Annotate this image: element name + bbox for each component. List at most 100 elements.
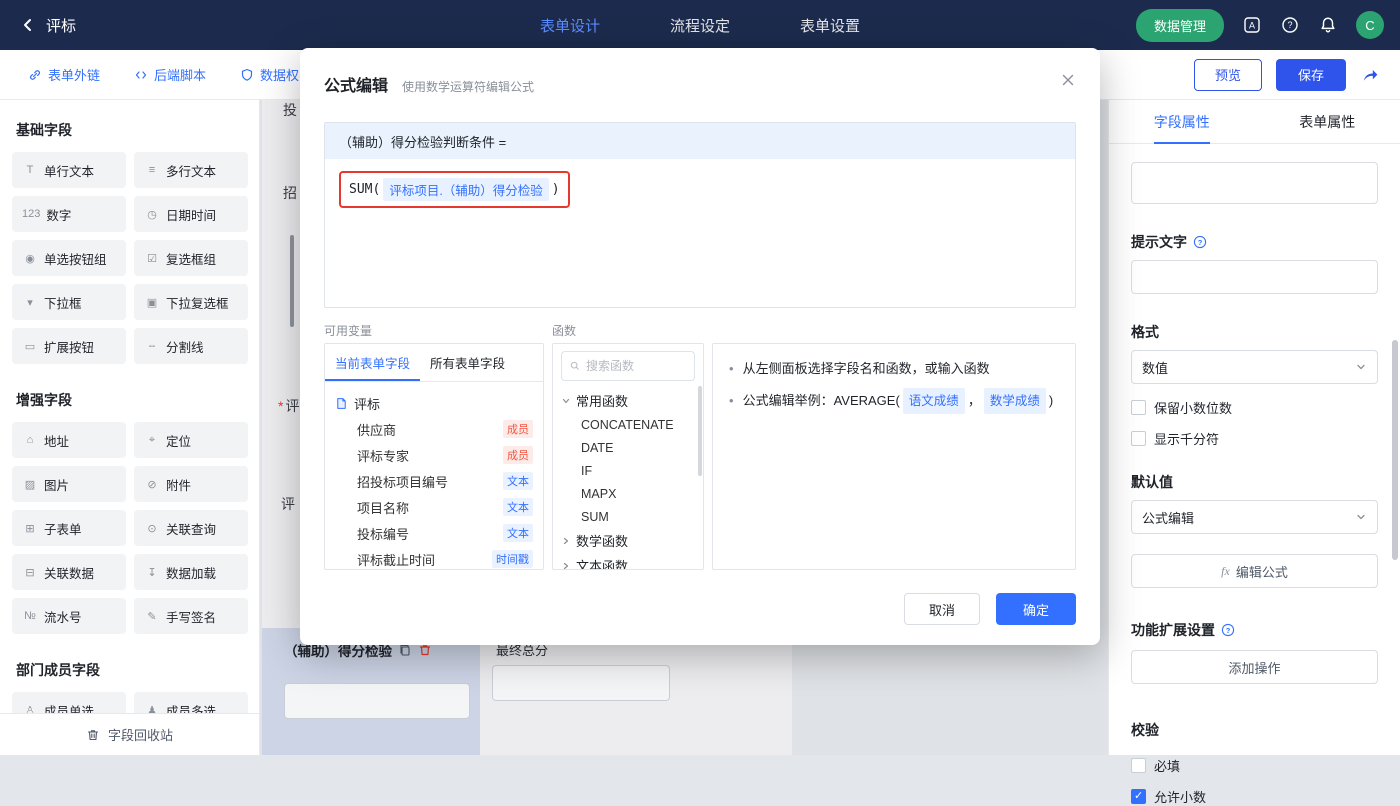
field-item-data-load[interactable]: ↧数据加载 bbox=[134, 554, 248, 590]
required-checkbox[interactable] bbox=[1131, 758, 1146, 773]
function-item[interactable]: SUM bbox=[561, 505, 695, 528]
allow-decimal-checkbox-row[interactable]: 允许小数 bbox=[1131, 787, 1378, 806]
variable-item[interactable]: 评标专家成员 bbox=[335, 442, 533, 468]
function-search-input[interactable] bbox=[586, 359, 686, 373]
properties-scrollbar[interactable] bbox=[1392, 340, 1398, 560]
field-item-checkbox-group[interactable]: ☑复选框组 bbox=[134, 240, 248, 276]
add-action-button[interactable]: 添加操作 bbox=[1131, 650, 1378, 684]
text-icon: T bbox=[22, 164, 38, 176]
field-item-number[interactable]: 123数字 bbox=[12, 196, 126, 232]
form-external-link[interactable]: 表单外链 bbox=[28, 65, 100, 84]
field-item-image[interactable]: ▨图片 bbox=[12, 466, 126, 502]
field-item-subform[interactable]: ⊞子表单 bbox=[12, 510, 126, 546]
example-field-token: 语文成绩 bbox=[903, 388, 965, 414]
translate-icon[interactable]: A bbox=[1242, 15, 1262, 35]
variable-item[interactable]: 评标截止时间时间戳 bbox=[335, 546, 533, 570]
function-item[interactable]: DATE bbox=[561, 436, 695, 459]
tab-current-form-fields[interactable]: 当前表单字段 bbox=[325, 344, 420, 381]
thousand-separator-checkbox[interactable] bbox=[1131, 431, 1146, 446]
field-item-serial-number[interactable]: №流水号 bbox=[12, 598, 126, 634]
field-item-attachment[interactable]: ⊘附件 bbox=[134, 466, 248, 502]
field-title-input[interactable] bbox=[1131, 162, 1378, 204]
share-icon[interactable] bbox=[1360, 65, 1380, 85]
thousand-separator-checkbox-row[interactable]: 显示千分符 bbox=[1131, 429, 1378, 448]
function-search[interactable] bbox=[561, 351, 695, 381]
field-item-radio-group[interactable]: ◉单选按钮组 bbox=[12, 240, 126, 276]
backend-script-link[interactable]: 后端脚本 bbox=[134, 65, 206, 84]
help-icon[interactable]: ? bbox=[1280, 15, 1300, 35]
data-manage-button[interactable]: 数据管理 bbox=[1136, 9, 1224, 42]
field-type-badge: 成员 bbox=[503, 446, 533, 464]
field-item-related-query[interactable]: ⊙关联查询 bbox=[134, 510, 248, 546]
keep-decimal-checkbox-row[interactable]: 保留小数位数 bbox=[1131, 398, 1378, 417]
divider-icon: ╌ bbox=[144, 340, 160, 353]
svg-text:?: ? bbox=[1198, 238, 1203, 247]
allow-decimal-checkbox[interactable] bbox=[1131, 789, 1146, 804]
confirm-button[interactable]: 确定 bbox=[996, 593, 1076, 625]
function-group-common[interactable]: 常用函数 bbox=[561, 388, 695, 413]
variable-item[interactable]: 供应商成员 bbox=[335, 416, 533, 442]
copy-icon[interactable] bbox=[398, 643, 412, 657]
save-button[interactable]: 保存 bbox=[1276, 59, 1346, 91]
hint-help-icon[interactable]: ? bbox=[1193, 235, 1207, 249]
attachment-icon: ⊘ bbox=[144, 478, 160, 491]
function-item[interactable]: IF bbox=[561, 459, 695, 482]
variable-item[interactable]: 项目名称文本 bbox=[335, 494, 533, 520]
variable-item[interactable]: 投标编号文本 bbox=[335, 520, 533, 546]
field-item-location[interactable]: ⌖定位 bbox=[134, 422, 248, 458]
variable-item[interactable]: 招投标项目编号文本 bbox=[335, 468, 533, 494]
tab-form-properties[interactable]: 表单属性 bbox=[1255, 100, 1400, 143]
back-icon[interactable] bbox=[18, 15, 38, 35]
chevron-right-icon bbox=[561, 561, 571, 571]
function-item[interactable]: MAPX bbox=[561, 482, 695, 505]
field-item-extend-button[interactable]: ▭扩展按钮 bbox=[12, 328, 126, 364]
multi-dropdown-icon: ▣ bbox=[144, 296, 160, 309]
field-item-multi-dropdown[interactable]: ▣下拉复选框 bbox=[134, 284, 248, 320]
field-item-multi-line-text[interactable]: ≡多行文本 bbox=[134, 152, 248, 188]
field-item-divider[interactable]: ╌分割线 bbox=[134, 328, 248, 364]
preview-button[interactable]: 预览 bbox=[1194, 59, 1262, 91]
formula-editor[interactable]: （辅助）得分检验判断条件 = SUM( 评标项目.（辅助）得分检验 ) bbox=[324, 122, 1076, 308]
notification-bell-icon[interactable] bbox=[1318, 15, 1338, 35]
cancel-button[interactable]: 取消 bbox=[904, 593, 980, 625]
function-group-math[interactable]: 数学函数 bbox=[561, 528, 695, 553]
field-item-related-data[interactable]: ⊟关联数据 bbox=[12, 554, 126, 590]
format-select[interactable]: 数值 bbox=[1131, 350, 1378, 384]
shield-icon bbox=[240, 68, 254, 82]
selected-field-block[interactable]: （辅助）得分检验 bbox=[262, 628, 480, 755]
functions-scrollbar[interactable] bbox=[698, 386, 702, 476]
function-item[interactable]: CONCATENATE bbox=[561, 413, 695, 436]
trash-icon bbox=[86, 728, 100, 742]
selected-field-input[interactable] bbox=[284, 683, 470, 719]
field-recycle-bin[interactable]: 字段回收站 bbox=[0, 713, 259, 755]
delete-icon[interactable] bbox=[418, 643, 432, 657]
variables-column: 可用变量 当前表单字段 所有表单字段 评标 供应商成员 评标专家成员 招投标项目… bbox=[324, 322, 544, 570]
canvas-scrollbar[interactable] bbox=[290, 235, 294, 327]
hint-text-input[interactable] bbox=[1131, 260, 1378, 294]
tab-all-form-fields[interactable]: 所有表单字段 bbox=[420, 344, 515, 381]
formula-expression-highlight[interactable]: SUM( 评标项目.（辅助）得分检验 ) bbox=[339, 171, 570, 208]
formula-field-token[interactable]: 评标项目.（辅助）得分检验 bbox=[383, 178, 548, 201]
tab-form-setting[interactable]: 表单设置 bbox=[800, 15, 860, 36]
required-checkbox-row[interactable]: 必填 bbox=[1131, 756, 1378, 775]
extension-help-icon[interactable]: ? bbox=[1221, 623, 1235, 637]
function-group-text[interactable]: 文本函数 bbox=[561, 553, 695, 570]
tab-field-properties[interactable]: 字段属性 bbox=[1109, 100, 1255, 143]
default-value-select[interactable]: 公式编辑 bbox=[1131, 500, 1378, 534]
field-item-signature[interactable]: ✎手写签名 bbox=[134, 598, 248, 634]
field-type-badge: 成员 bbox=[503, 420, 533, 438]
edit-formula-button[interactable]: fx 编辑公式 bbox=[1131, 554, 1378, 588]
tab-flow-setting[interactable]: 流程设定 bbox=[670, 15, 730, 36]
field-item-address[interactable]: ⌂地址 bbox=[12, 422, 126, 458]
final-score-input[interactable] bbox=[492, 665, 670, 701]
keep-decimal-checkbox[interactable] bbox=[1131, 400, 1146, 415]
field-item-single-line-text[interactable]: T单行文本 bbox=[12, 152, 126, 188]
formula-help-box: • 从左侧面板选择字段名和函数，或输入函数 • 公式编辑举例：AVERAGE( … bbox=[712, 343, 1076, 570]
field-item-dropdown[interactable]: ▾下拉框 bbox=[12, 284, 126, 320]
close-icon[interactable] bbox=[1058, 70, 1078, 90]
formula-close-paren: ) bbox=[552, 182, 560, 197]
variables-root-node[interactable]: 评标 bbox=[335, 390, 533, 416]
field-item-datetime[interactable]: ◷日期时间 bbox=[134, 196, 248, 232]
tab-form-design[interactable]: 表单设计 bbox=[540, 15, 600, 36]
user-avatar[interactable]: C bbox=[1356, 11, 1384, 39]
